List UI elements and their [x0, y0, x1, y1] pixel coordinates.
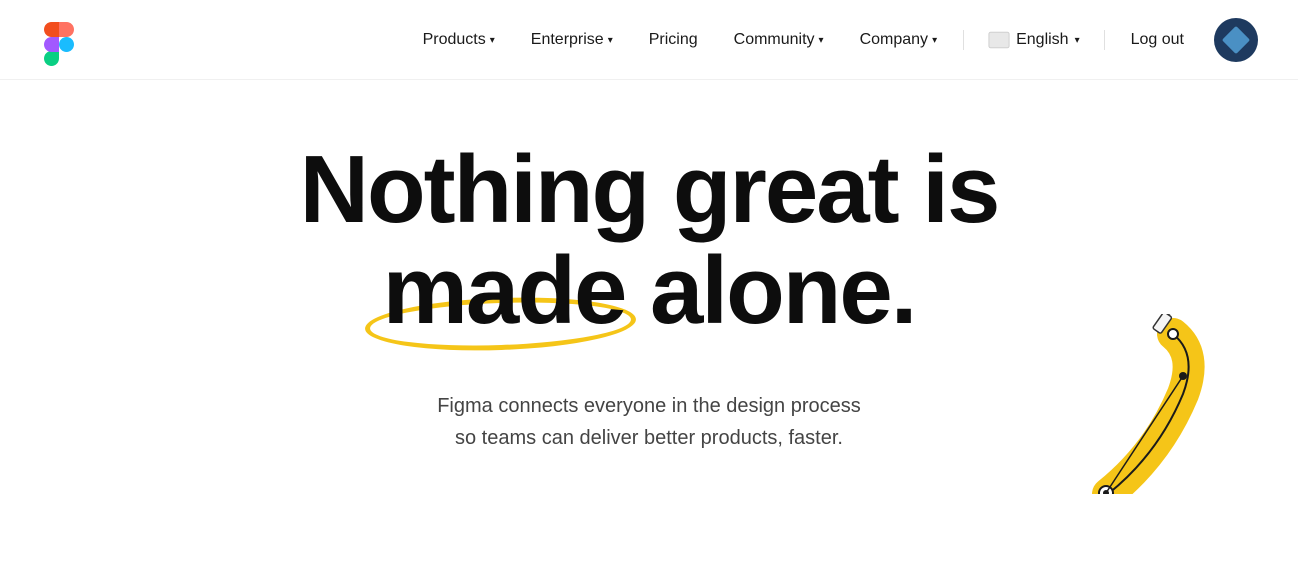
- nav-company-label: Company: [860, 31, 928, 49]
- logout-label: Log out: [1131, 31, 1184, 49]
- hero-subtitle: Figma connects everyone in the design pr…: [437, 390, 861, 454]
- enterprise-chevron-icon: ▾: [608, 35, 613, 46]
- nav-divider-2: [1104, 30, 1105, 50]
- company-chevron-icon: ▾: [932, 35, 937, 46]
- user-avatar-button[interactable]: [1214, 18, 1258, 62]
- nav-products-label: Products: [423, 31, 486, 49]
- hero-subtitle-line1: Figma connects everyone in the design pr…: [437, 395, 861, 417]
- globe-icon: 🌐: [988, 29, 1010, 51]
- language-selector[interactable]: 🌐 English ▾: [976, 21, 1092, 59]
- nav-pricing[interactable]: Pricing: [635, 23, 712, 57]
- language-label: English: [1016, 31, 1068, 49]
- nav-enterprise[interactable]: Enterprise ▾: [517, 23, 627, 57]
- language-chevron-icon: ▾: [1075, 35, 1080, 46]
- hero-title: Nothing great is made alone.: [300, 140, 999, 342]
- logout-button[interactable]: Log out: [1117, 23, 1198, 57]
- products-chevron-icon: ▾: [490, 35, 495, 46]
- made-wrapper: made: [383, 241, 626, 342]
- avatar-diamond-icon: [1222, 25, 1250, 53]
- nav-community[interactable]: Community ▾: [720, 23, 838, 57]
- hero-title-line1: Nothing great is: [300, 136, 999, 243]
- hero-section: Nothing great is made alone. Figma conne…: [0, 80, 1298, 494]
- hero-subtitle-line2: so teams can deliver better products, fa…: [455, 427, 843, 449]
- figma-logo[interactable]: [40, 16, 88, 64]
- nav-community-label: Community: [734, 31, 815, 49]
- navbar: Products ▾ Enterprise ▾ Pricing Communit…: [0, 0, 1298, 80]
- nav-pricing-label: Pricing: [649, 31, 698, 49]
- pen-tool-illustration: [998, 314, 1218, 494]
- community-chevron-icon: ▾: [819, 35, 824, 46]
- hero-made-text: made: [383, 237, 626, 344]
- nav-products[interactable]: Products ▾: [409, 23, 509, 57]
- hero-title-line2-suffix: alone.: [625, 237, 915, 344]
- nav-enterprise-label: Enterprise: [531, 31, 604, 49]
- nav-divider: [963, 30, 964, 50]
- nav-company[interactable]: Company ▾: [846, 23, 952, 57]
